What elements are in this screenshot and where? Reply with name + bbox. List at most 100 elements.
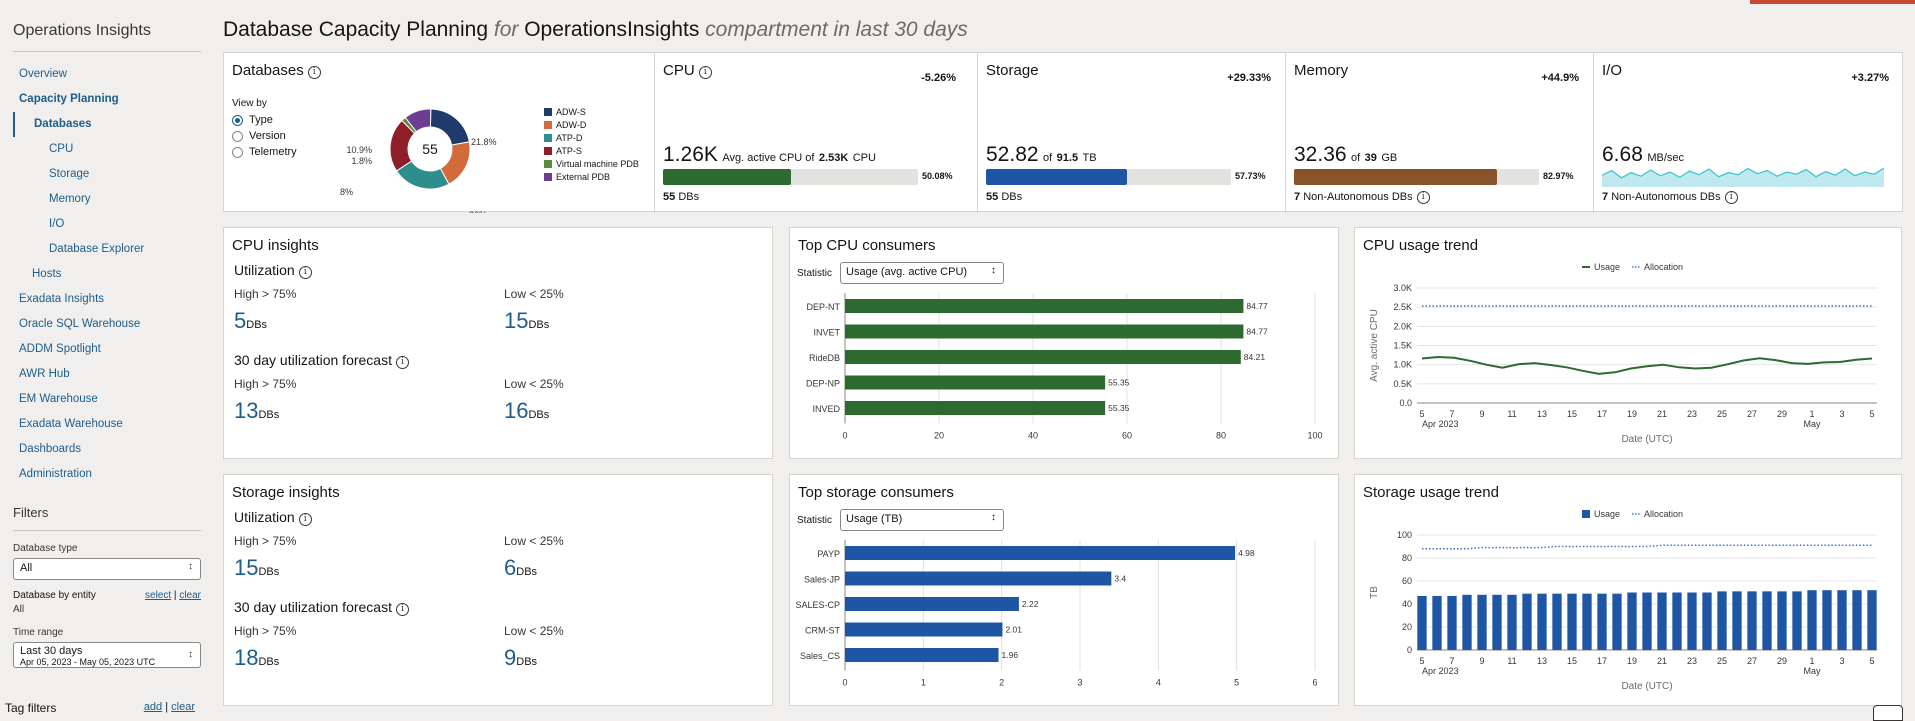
legend-item[interactable]: ADW-D bbox=[544, 118, 639, 131]
x-tick-sublabel: May bbox=[1803, 419, 1821, 429]
usage-bar bbox=[1447, 595, 1457, 650]
view-by-type-radio[interactable]: Type bbox=[232, 112, 297, 128]
info-icon[interactable]: i bbox=[1724, 191, 1738, 204]
info-icon[interactable]: i bbox=[307, 66, 321, 79]
io-unit: MB/sec bbox=[1647, 152, 1685, 164]
db-type-select[interactable]: All ↕ bbox=[13, 558, 201, 580]
y-tick-label: 60 bbox=[1402, 576, 1412, 586]
entity-label: Database by entity bbox=[13, 590, 96, 601]
storage-total: 91.5 bbox=[1056, 152, 1079, 164]
info-icon[interactable]: i bbox=[698, 66, 712, 79]
cpu-metric-title: CPU i bbox=[663, 62, 712, 79]
usage-bar bbox=[1567, 593, 1577, 650]
usage-bar bbox=[1852, 590, 1862, 650]
usage-bar bbox=[1522, 593, 1532, 650]
entity-select-link[interactable]: select bbox=[145, 590, 171, 601]
cpu-low-label: Low < 25% bbox=[504, 287, 564, 301]
x-tick-label: 1 bbox=[1809, 409, 1814, 419]
cpu-forecast-heading: 30 day utilization forecast i bbox=[234, 352, 409, 369]
radio-icon bbox=[232, 146, 243, 158]
legend-item[interactable]: ATP-D bbox=[544, 131, 639, 144]
donut-slice-label: 20% bbox=[469, 210, 487, 213]
info-icon[interactable]: i bbox=[298, 266, 312, 279]
legend-item[interactable]: External PDB bbox=[544, 170, 639, 183]
nav-item-exadata-insights[interactable]: Exadata Insights bbox=[13, 287, 212, 312]
nav-item-capacity-planning[interactable]: Capacity Planning bbox=[13, 87, 212, 112]
storage-util-high-value: 15 bbox=[234, 555, 259, 580]
y-tick-label: Sales-JP bbox=[804, 575, 840, 585]
cpu-metric-name: CPU bbox=[663, 62, 695, 79]
legend-swatch bbox=[544, 120, 552, 129]
nav-item-administration[interactable]: Administration bbox=[13, 462, 212, 487]
nav-item-i-o[interactable]: I/O bbox=[13, 212, 212, 237]
tag-add-link[interactable]: add bbox=[144, 701, 162, 713]
cpu-util-high-count[interactable]: 5DBs bbox=[234, 308, 267, 334]
storage-util-high-count[interactable]: 15DBs bbox=[234, 555, 279, 581]
nav-item-oracle-sql-warehouse[interactable]: Oracle SQL Warehouse bbox=[13, 312, 212, 337]
cpu-utilization-heading: Utilization i bbox=[234, 262, 312, 279]
storage-low-label: Low < 25% bbox=[504, 534, 564, 548]
io-metric-name: I/O bbox=[1602, 62, 1623, 79]
view-by-telemetry-radio[interactable]: Telemetry bbox=[232, 144, 297, 160]
nav-item-overview[interactable]: Overview bbox=[13, 62, 212, 87]
io-value-line: 6.68 MB/sec bbox=[1602, 143, 1684, 167]
legend-label: ATP-D bbox=[556, 132, 583, 143]
tag-clear-link[interactable]: clear bbox=[171, 701, 195, 713]
nav-item-database-explorer[interactable]: Database Explorer bbox=[13, 237, 212, 262]
db-type-value: All bbox=[20, 562, 33, 574]
nav-item-storage[interactable]: Storage bbox=[13, 162, 212, 187]
y-tick-label: 0.0 bbox=[1399, 398, 1412, 408]
usage-bar bbox=[1477, 594, 1487, 650]
storage-usage-bar bbox=[986, 169, 1231, 185]
nav-item-databases[interactable]: Databases bbox=[13, 112, 212, 137]
usage-bar bbox=[1642, 592, 1652, 650]
storage-util-low-count[interactable]: 6DBs bbox=[504, 555, 537, 581]
top-cpu-statistic-select[interactable]: Usage (avg. active CPU) ↕ bbox=[840, 262, 1005, 284]
info-icon[interactable]: i bbox=[1416, 191, 1430, 204]
donut-center-total: 55 bbox=[422, 141, 438, 157]
cpu-util-high-value: 5 bbox=[234, 308, 247, 333]
legend-label: Virtual machine PDB bbox=[556, 158, 639, 169]
nav-item-exadata-warehouse[interactable]: Exadata Warehouse bbox=[13, 412, 212, 437]
usage-series-line bbox=[1421, 355, 1873, 375]
nav-item-cpu[interactable]: CPU bbox=[13, 137, 212, 162]
cpu-fc-high-count[interactable]: 13DBs bbox=[234, 398, 279, 424]
time-range-select[interactable]: Last 30 days Apr 05, 2023 - May 05, 2023… bbox=[13, 642, 201, 668]
legend-item[interactable]: Virtual machine PDB bbox=[544, 157, 639, 170]
x-tick-label: 6 bbox=[1312, 678, 1317, 688]
view-by-version-radio[interactable]: Version bbox=[232, 128, 297, 144]
legend-item[interactable]: ATP-S bbox=[544, 144, 639, 157]
x-tick-label: 15 bbox=[1567, 656, 1577, 666]
cpu-value: 1.26K bbox=[663, 143, 718, 166]
time-range-label: Time range bbox=[13, 627, 64, 638]
storage-unit: TB bbox=[1082, 152, 1097, 164]
legend-item[interactable]: ADW-S bbox=[544, 105, 639, 118]
x-tick-label: 100 bbox=[1307, 431, 1322, 441]
nav-item-dashboards[interactable]: Dashboards bbox=[13, 437, 212, 462]
storage-utilization-heading: Utilization i bbox=[234, 509, 312, 526]
x-axis-title: Date (UTC) bbox=[1621, 434, 1672, 445]
info-icon[interactable]: i bbox=[298, 513, 312, 526]
top-storage-statistic-select[interactable]: Usage (TB) ↕ bbox=[840, 509, 1005, 531]
y-tick-label: 3.0K bbox=[1393, 283, 1412, 293]
cpu-util-low-count[interactable]: 15DBs bbox=[504, 308, 549, 334]
storage-metric-name: Storage bbox=[986, 62, 1039, 79]
io-value: 6.68 bbox=[1602, 143, 1643, 166]
nav-item-hosts[interactable]: Hosts bbox=[13, 262, 212, 287]
nav-item-awr-hub[interactable]: AWR Hub bbox=[13, 362, 212, 387]
nav-item-addm-spotlight[interactable]: ADDM Spotlight bbox=[13, 337, 212, 362]
info-icon[interactable]: i bbox=[395, 356, 409, 369]
top-cpu-statistic-row: Statistic Usage (avg. active CPU) ↕ bbox=[797, 262, 1005, 284]
nav-item-em-warehouse[interactable]: EM Warehouse bbox=[13, 387, 212, 412]
nav-item-memory[interactable]: Memory bbox=[13, 187, 212, 212]
storage-fc-high-count[interactable]: 18DBs bbox=[234, 645, 279, 671]
help-button[interactable] bbox=[1873, 705, 1903, 721]
entity-clear-link[interactable]: clear bbox=[179, 590, 201, 601]
info-icon[interactable]: i bbox=[395, 603, 409, 616]
x-tick-label: 25 bbox=[1717, 656, 1727, 666]
cpu-db-count-text: DBs bbox=[678, 191, 700, 203]
usage-bar bbox=[1717, 591, 1727, 650]
cpu-fc-low-count[interactable]: 16DBs bbox=[504, 398, 549, 424]
legend-allocation-label: Allocation bbox=[1644, 509, 1683, 519]
storage-fc-low-count[interactable]: 9DBs bbox=[504, 645, 537, 671]
